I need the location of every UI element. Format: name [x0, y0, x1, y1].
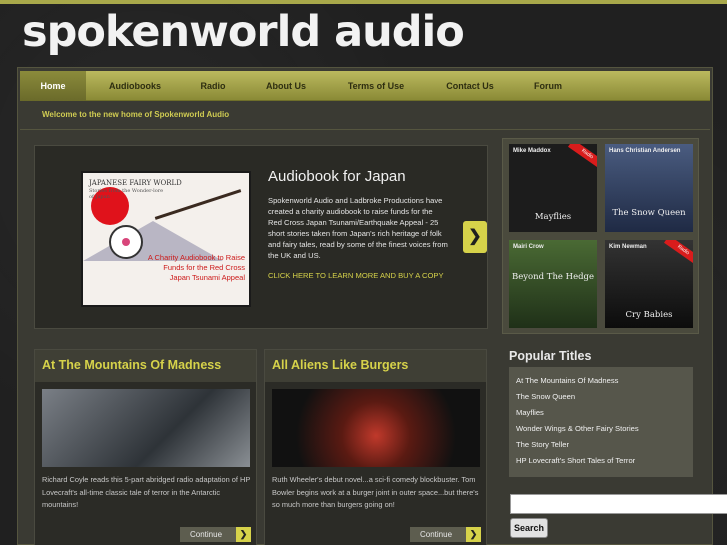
- cover-beyond-the-hedge[interactable]: Mairi Crow Beyond The Hedge: [509, 240, 597, 328]
- chevron-right-icon: ❯: [466, 527, 481, 542]
- continue-label: Continue: [190, 530, 223, 539]
- cover-cry-babies[interactable]: Kim Newman Radio Cry Babies: [605, 240, 693, 328]
- card-text: Ruth Wheeler's debut novel...a sci-fi co…: [272, 475, 479, 509]
- cover-text: A Charity Audiobook to Raise Funds for t…: [147, 253, 245, 282]
- card-title[interactable]: At The Mountains Of Madness: [42, 358, 221, 372]
- cover-title: Beyond The Hedge: [511, 272, 595, 282]
- popular-item[interactable]: Mayflies: [516, 408, 544, 417]
- cover-title: Mayflies: [534, 212, 572, 222]
- cover-title: Cry Babies: [625, 310, 673, 320]
- chevron-right-icon[interactable]: ❯: [463, 221, 487, 253]
- popular-item[interactable]: At The Mountains Of Madness: [516, 376, 618, 385]
- cover-author: Kim Newman: [609, 244, 647, 250]
- nav-forum[interactable]: Forum: [524, 71, 572, 101]
- featured-slider: JAPANESE FAIRY WORLD Stories from the Wo…: [34, 145, 488, 329]
- cover-ribbon: Radio: [568, 144, 597, 170]
- card-title[interactable]: All Aliens Like Burgers: [272, 358, 408, 372]
- popular-item[interactable]: The Story Teller: [516, 440, 569, 449]
- feature-title: Audiobook for Japan: [268, 168, 406, 185]
- card-image[interactable]: [42, 389, 250, 467]
- cover-mayflies[interactable]: Mike Maddox Radio Mayflies: [509, 144, 597, 232]
- cover-author: Hans Christian Andersen: [609, 148, 681, 154]
- main-nav: Home Audiobooks Radio About Us Terms of …: [20, 71, 710, 101]
- cover-subtitle: Stories from the Wonder-lore of Japan: [89, 188, 164, 200]
- nav-contact-us[interactable]: Contact Us: [434, 71, 506, 101]
- search-input[interactable]: [510, 494, 727, 514]
- welcome-text: Welcome to the new home of Spokenworld A…: [42, 110, 230, 119]
- popular-titles-list: At The Mountains Of Madness The Snow Que…: [509, 367, 693, 477]
- feature-buy-link[interactable]: CLICK HERE TO LEARN MORE AND BUY A COPY: [268, 270, 448, 282]
- divider: [20, 129, 710, 130]
- popular-item[interactable]: HP Lovecraft's Short Tales of Terror: [516, 456, 635, 465]
- blossom-illustration: [109, 225, 143, 259]
- nav-home[interactable]: Home: [20, 71, 86, 101]
- cover-snow-queen[interactable]: Hans Christian Andersen The Snow Queen: [605, 144, 693, 232]
- continue-button[interactable]: Continue ❯: [180, 527, 251, 542]
- popular-titles: Popular Titles At The Mountains Of Madne…: [502, 339, 699, 479]
- popular-item[interactable]: Wonder Wings & Other Fairy Stories: [516, 424, 639, 433]
- card-image[interactable]: [272, 389, 480, 467]
- chevron-right-icon: ❯: [236, 527, 251, 542]
- nav-radio[interactable]: Radio: [188, 71, 238, 101]
- feature-description: Spokenworld Audio and Ladbroke Productio…: [268, 196, 448, 260]
- nav-terms-of-use[interactable]: Terms of Use: [336, 71, 416, 101]
- cover-author: Mike Maddox: [513, 148, 551, 154]
- article-card: All Aliens Like Burgers Ruth Wheeler's d…: [264, 349, 487, 545]
- cover-title: The Snow Queen: [612, 208, 686, 218]
- popular-titles-heading: Popular Titles: [509, 349, 592, 363]
- continue-button[interactable]: Continue ❯: [410, 527, 481, 542]
- popular-item[interactable]: The Snow Queen: [516, 392, 575, 401]
- top-accent-line: [0, 0, 727, 4]
- cover-ribbon: Radio: [664, 240, 693, 266]
- nav-about-us[interactable]: About Us: [256, 71, 316, 101]
- continue-label: Continue: [420, 530, 453, 539]
- page-container: Home Audiobooks Radio About Us Terms of …: [17, 67, 713, 545]
- search-button[interactable]: Search: [510, 518, 548, 538]
- site-logo[interactable]: spokenworld audio: [22, 8, 465, 56]
- cover-title: JAPANESE FAIRY WORLD: [89, 179, 182, 187]
- cover-author: Mairi Crow: [513, 244, 544, 250]
- cover-grid: Mike Maddox Radio Mayflies Hans Christia…: [502, 138, 699, 334]
- article-card: At The Mountains Of Madness Richard Coyl…: [34, 349, 257, 545]
- nav-audiobooks[interactable]: Audiobooks: [100, 71, 170, 101]
- feature-cover-image[interactable]: JAPANESE FAIRY WORLD Stories from the Wo…: [81, 171, 251, 307]
- card-text: Richard Coyle reads this 5-part abridged…: [42, 475, 251, 509]
